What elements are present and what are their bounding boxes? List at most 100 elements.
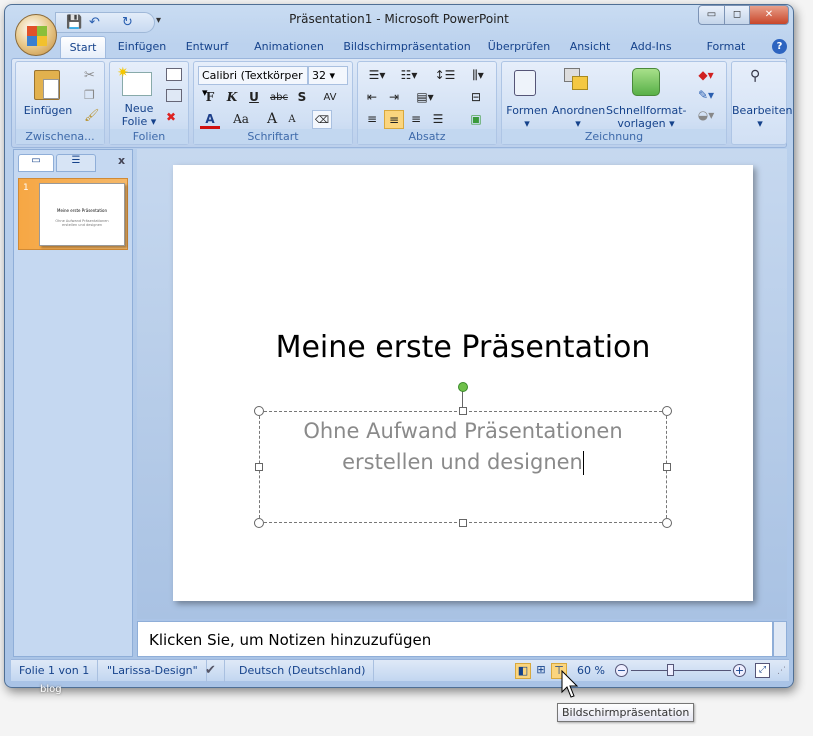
shape-outline-icon[interactable]: ✎▾ bbox=[692, 86, 720, 105]
zoom-level[interactable]: 60 % bbox=[577, 664, 605, 677]
redo-icon[interactable]: ↻ bbox=[122, 15, 133, 30]
zoom-in-icon[interactable]: + bbox=[733, 664, 746, 677]
tab-format[interactable]: Format bbox=[698, 36, 754, 58]
line-spacing-icon[interactable]: ↕☰ bbox=[430, 66, 460, 85]
outline-tab[interactable]: ☰ bbox=[56, 154, 96, 172]
quick-styles-button[interactable]: Schnellformat-vorlagen ▾ bbox=[606, 104, 687, 130]
group-label: Absatz bbox=[358, 129, 496, 144]
smartart-icon[interactable]: ▣ bbox=[466, 110, 486, 129]
undo-icon[interactable]: ↶ bbox=[89, 15, 100, 30]
shapes-icon bbox=[514, 70, 536, 96]
resize-handle[interactable] bbox=[662, 406, 672, 416]
bullets-icon[interactable]: ☰▾ bbox=[362, 66, 392, 85]
paste-button[interactable]: Einfügen bbox=[20, 104, 76, 117]
resize-handle[interactable] bbox=[459, 519, 467, 527]
fit-to-window-icon[interactable]: ⤢ bbox=[755, 663, 770, 678]
resize-handle[interactable] bbox=[459, 407, 467, 415]
close-pane-button[interactable]: x bbox=[118, 154, 125, 167]
tab-ansicht[interactable]: Ansicht bbox=[565, 36, 615, 58]
slides-tab[interactable]: ▭ bbox=[18, 154, 54, 172]
thumbnail-subtitle: Ohne Aufwand Präsentationen erstellen un… bbox=[55, 219, 109, 227]
align-text-icon[interactable]: ⊟ bbox=[466, 88, 486, 107]
zoom-out-icon[interactable]: − bbox=[615, 664, 628, 677]
notes-scrollbar[interactable] bbox=[773, 621, 787, 657]
font-size-select[interactable]: 32 ▾ bbox=[308, 66, 348, 85]
columns-icon[interactable]: ▤▾ bbox=[410, 88, 440, 107]
shape-effects-icon[interactable]: ◒▾ bbox=[692, 106, 720, 125]
slide-canvas[interactable]: Meine erste Präsentation Ohne Aufwand Pr… bbox=[173, 165, 753, 601]
shapes-button[interactable]: Formen ▾ bbox=[504, 104, 550, 130]
maximize-button[interactable]: ◻ bbox=[724, 5, 750, 25]
slide-sorter-icon[interactable]: ⊞ bbox=[533, 663, 549, 679]
slide-thumbnail[interactable]: 1 Meine erste Präsentation Ohne Aufwand … bbox=[18, 178, 128, 250]
save-icon[interactable]: 💾 bbox=[66, 15, 82, 30]
resize-grip-icon[interactable]: ⋰ bbox=[777, 666, 786, 676]
grow-font-button[interactable]: A bbox=[262, 110, 282, 129]
resize-handle[interactable] bbox=[255, 463, 263, 471]
tab-ueberpruefen[interactable]: Überprüfen bbox=[484, 36, 554, 58]
text-direction-icon[interactable]: ⫼▾ bbox=[464, 66, 492, 85]
minimize-button[interactable]: ▭ bbox=[698, 5, 725, 25]
tab-einfuegen[interactable]: Einfügen bbox=[112, 36, 172, 58]
quick-access-toolbar: 💾 ↶ ↻ ▾ bbox=[55, 12, 161, 33]
copy-icon[interactable]: ❐ bbox=[84, 88, 95, 102]
tab-add-ins[interactable]: Add-Ins bbox=[626, 36, 676, 58]
normal-view-icon[interactable]: ◧ bbox=[515, 663, 531, 679]
notes-input[interactable]: Klicken Sie, um Notizen hinzuzufügen bbox=[137, 621, 773, 657]
align-left-icon[interactable]: ≡ bbox=[362, 110, 382, 129]
powerpoint-window: Präsentation1 - Microsoft PowerPoint ▭ ◻… bbox=[4, 4, 794, 688]
slide-title[interactable]: Meine erste Präsentation bbox=[173, 330, 753, 365]
delete-slide-icon[interactable]: ✖ bbox=[166, 110, 176, 124]
customize-qat-icon[interactable]: ▾ bbox=[156, 15, 161, 26]
font-name-select[interactable]: Calibri (Textkörper ▾ bbox=[198, 66, 308, 99]
office-logo-icon bbox=[37, 26, 47, 36]
align-center-icon[interactable]: ≡ bbox=[384, 110, 404, 129]
align-right-icon[interactable]: ≡ bbox=[406, 110, 426, 129]
numbering-icon[interactable]: ☷▾ bbox=[394, 66, 424, 85]
close-button[interactable]: ✕ bbox=[749, 5, 789, 25]
underline-button[interactable]: U bbox=[244, 88, 264, 107]
reset-slide-icon[interactable] bbox=[166, 89, 182, 102]
cut-icon[interactable]: ✂ bbox=[84, 68, 95, 83]
editing-button[interactable]: Bearbeiten ▾ bbox=[732, 104, 792, 130]
zoom-slider-thumb[interactable] bbox=[667, 664, 674, 676]
tab-entwurf[interactable]: Entwurf bbox=[182, 36, 232, 58]
language[interactable]: Deutsch (Deutschland) bbox=[231, 660, 375, 682]
shrink-font-button[interactable]: A bbox=[282, 110, 302, 129]
character-spacing-button[interactable]: AV bbox=[316, 88, 344, 107]
format-painter-icon[interactable]: 🖌 bbox=[84, 108, 99, 122]
spelling-check-icon[interactable]: ✔ bbox=[197, 660, 225, 682]
justify-icon[interactable]: ☰ bbox=[428, 110, 448, 129]
help-icon[interactable]: ? bbox=[772, 39, 787, 54]
zoom-slider[interactable] bbox=[631, 670, 731, 671]
slide-editor: Meine erste Präsentation Ohne Aufwand Pr… bbox=[137, 149, 787, 619]
arrange-button[interactable]: Anordnen ▾ bbox=[552, 104, 605, 130]
shapes-label: Formen bbox=[506, 104, 548, 117]
tab-start[interactable]: Start bbox=[60, 36, 106, 58]
resize-handle[interactable] bbox=[254, 406, 264, 416]
subtitle-placeholder[interactable]: Ohne Aufwand Präsentationen erstellen und… bbox=[254, 406, 672, 528]
italic-button[interactable]: K bbox=[222, 88, 242, 107]
slides-pane: ▭ ☰ x 1 Meine erste Präsentation Ohne Au… bbox=[13, 149, 133, 657]
increase-indent-icon[interactable]: ⇥ bbox=[384, 88, 404, 107]
strikethrough-button[interactable]: abc bbox=[266, 88, 292, 107]
tab-animationen[interactable]: Animationen bbox=[246, 36, 332, 58]
rotation-handle[interactable] bbox=[458, 382, 468, 392]
group-drawing: Formen ▾ Anordnen ▾ Schnellformat-vorlagen… bbox=[501, 61, 727, 145]
paste-icon bbox=[34, 70, 60, 100]
font-color-button[interactable]: A bbox=[200, 110, 220, 129]
change-case-button[interactable]: Aa bbox=[228, 110, 254, 129]
office-button[interactable] bbox=[15, 14, 57, 56]
new-slide-button[interactable]: Neue Folie ▾ bbox=[114, 102, 164, 128]
bold-button[interactable]: F bbox=[200, 88, 220, 107]
layout-icon[interactable] bbox=[166, 68, 182, 81]
decrease-indent-icon[interactable]: ⇤ bbox=[362, 88, 382, 107]
resize-handle[interactable] bbox=[663, 463, 671, 471]
shadow-button[interactable]: S bbox=[292, 88, 312, 107]
clear-formatting-icon[interactable]: ⌫ bbox=[312, 110, 332, 129]
resize-handle[interactable] bbox=[662, 518, 672, 528]
group-paragraph: ☰▾ ☷▾ ↕☰ ⫼▾ ⇤ ⇥ ▤▾ ⊟ ≡ ≡ ≡ ☰ ▣ Absatz bbox=[357, 61, 497, 145]
shape-fill-icon[interactable]: ◆▾ bbox=[692, 66, 720, 85]
tab-bildschirmpraesentation[interactable]: Bildschirmpräsentation bbox=[342, 36, 472, 58]
resize-handle[interactable] bbox=[254, 518, 264, 528]
